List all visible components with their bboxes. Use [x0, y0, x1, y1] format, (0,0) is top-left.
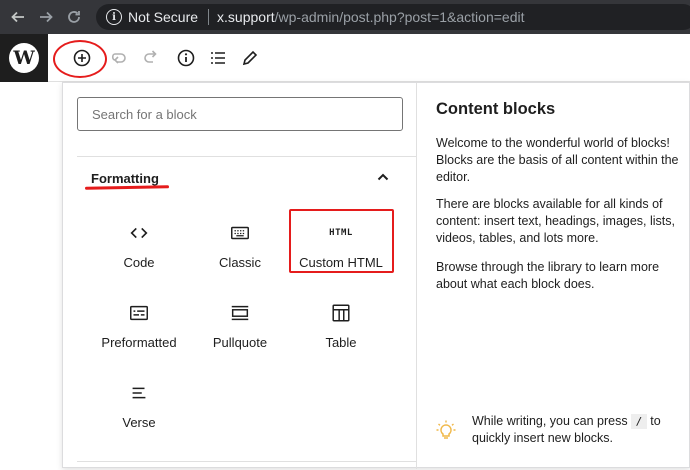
address-bar[interactable]: i Not Secure x.support/wp-admin/post.php…: [96, 4, 690, 30]
edit-pencil-icon: [242, 50, 258, 66]
url-separator: [208, 9, 210, 25]
forward-arrow-icon[interactable]: [36, 7, 56, 27]
redo-icon: [144, 50, 157, 63]
annotation-circle: [53, 40, 107, 78]
lightbulb-icon: [436, 420, 456, 439]
tip-text-start: While writing, you can press: [472, 414, 628, 428]
undo-icon: [111, 53, 126, 64]
block-label: Classic: [219, 255, 261, 270]
block-classic[interactable]: Classic: [190, 213, 290, 283]
info-icon[interactable]: i: [106, 9, 122, 25]
block-search-input[interactable]: Search for a block: [77, 97, 403, 131]
chevron-up-icon[interactable]: [375, 169, 391, 185]
details-button[interactable]: [174, 46, 198, 70]
wordpress-logo-icon: W: [9, 43, 39, 73]
block-label: Table: [325, 335, 357, 350]
divider: [77, 156, 417, 157]
block-pullquote[interactable]: Pullquote: [190, 293, 290, 363]
url-host: x.support: [217, 9, 275, 25]
list-view-button[interactable]: [206, 46, 230, 70]
redo-button[interactable]: [140, 46, 164, 70]
edit-button[interactable]: [238, 46, 262, 70]
pullquote-icon: [228, 301, 252, 325]
block-inserter-popover: Search for a block Formatting Code Class…: [62, 82, 690, 469]
table-icon: [329, 301, 353, 325]
block-code[interactable]: Code: [89, 213, 189, 283]
block-preformatted[interactable]: Preformatted: [89, 293, 189, 363]
wordpress-logo-letter: W: [13, 47, 35, 69]
verse-icon: [127, 381, 151, 405]
tip-text: While writing, you can press / to quickly …: [472, 413, 682, 447]
annotation-rectangle: [289, 209, 394, 273]
block-label: Verse: [122, 415, 156, 430]
url-text: x.support/wp-admin/post.php?post=1&actio…: [217, 9, 524, 25]
block-verse[interactable]: Verse: [89, 373, 189, 443]
divider: [77, 461, 417, 462]
info-paragraph: Welcome to the wonderful world of blocks…: [436, 136, 679, 184]
browser-toolbar: i Not Secure x.support/wp-admin/post.php…: [0, 0, 690, 34]
code-icon: [127, 221, 151, 245]
category-formatting-title[interactable]: Formatting: [91, 171, 159, 186]
slash-key: /: [630, 414, 648, 429]
undo-button[interactable]: [106, 46, 130, 70]
details-info-icon: [177, 49, 195, 67]
security-label: Not Secure: [128, 9, 199, 25]
block-label: Preformatted: [101, 335, 177, 350]
annotation-underline: [84, 185, 170, 190]
block-table[interactable]: Table: [291, 293, 391, 363]
list-view-icon: [211, 52, 225, 64]
info-panel-title: Content blocks: [436, 100, 556, 118]
keyboard-icon: [228, 221, 252, 245]
back-arrow-icon[interactable]: [8, 7, 28, 27]
block-label: Code: [123, 255, 155, 270]
url-path: /wp-admin/post.php?post=1&action=edit: [274, 9, 525, 25]
preformatted-icon: [127, 301, 151, 325]
block-info-panel: Content blocks Welcome to the wonderful …: [418, 83, 690, 469]
info-paragraph: There are blocks available for all kinds…: [436, 197, 676, 245]
search-placeholder: Search for a block: [92, 106, 197, 122]
block-label: Pullquote: [212, 335, 268, 350]
wordpress-logo-button[interactable]: W: [0, 34, 48, 82]
inserter-block-list: Search for a block Formatting Code Class…: [63, 83, 417, 469]
info-paragraph: Browse through the library to learn more…: [436, 260, 660, 291]
reload-icon[interactable]: [64, 7, 84, 27]
